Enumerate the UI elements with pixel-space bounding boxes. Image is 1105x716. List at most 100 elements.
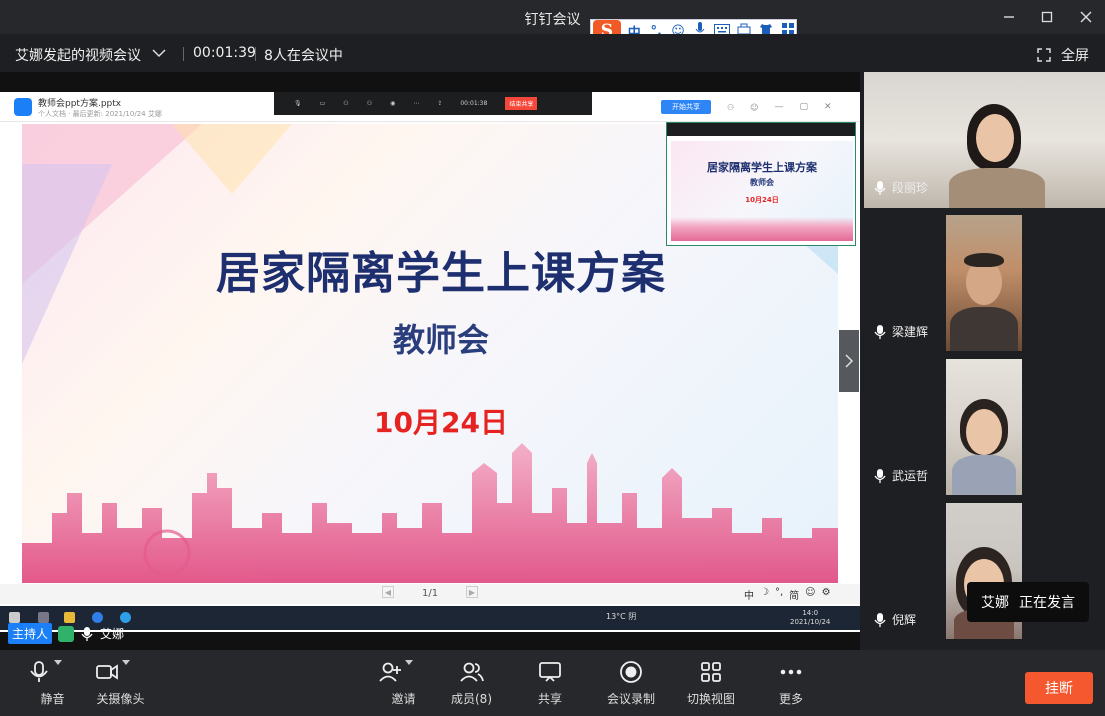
divider [255, 47, 256, 61]
caret-down-icon[interactable] [54, 660, 78, 684]
presenter-name: 艾娜 [100, 627, 125, 641]
dingtalk-icon [120, 612, 131, 623]
slide-subtitle: 教师会 [392, 321, 489, 359]
window-titlebar: 钉钉会议 [0, 0, 1105, 34]
start-icon [9, 612, 20, 623]
share-button[interactable]: 共享 [538, 660, 562, 707]
close-button[interactable] [1075, 6, 1097, 28]
mute-button[interactable]: 静音 [27, 660, 78, 707]
share-label: 共享 [538, 692, 563, 706]
emoji-icon: ☺ [750, 102, 759, 112]
person-hair [964, 253, 1004, 267]
thumbnail-title: 居家隔离学生上课方案 [707, 161, 817, 174]
person-body [952, 455, 1016, 495]
person-face [976, 114, 1014, 162]
maximize-button[interactable] [1036, 6, 1058, 28]
fullscreen-icon [1037, 48, 1051, 62]
shared-screen-stage: 教师会ppt方案.pptx 个人文档 · 最后更新: 2021/10/24 艾娜… [0, 72, 860, 650]
members-button[interactable]: 成员(8) [451, 660, 492, 707]
file-name: 教师会ppt方案.pptx [38, 99, 122, 109]
mic-icon [874, 612, 886, 627]
search-icon [38, 612, 49, 623]
close-icon: ✕ [824, 102, 832, 112]
prev-slide-icon: ◀ [382, 586, 394, 598]
next-page-button[interactable] [839, 330, 859, 392]
file-subtitle: 个人文档 · 最后更新: 2021/10/24 艾娜 [38, 110, 162, 118]
record-icon [620, 661, 642, 683]
caret-down-icon[interactable] [405, 660, 429, 684]
taskbar-time: 14:0 [802, 609, 819, 617]
share-doc-button: 开始共享 [661, 100, 711, 114]
mic-icon [30, 661, 48, 682]
participant-tile[interactable]: 武运哲 [864, 359, 1105, 495]
speaker-status: 正在发言 [1019, 595, 1075, 611]
camera-icon [96, 664, 118, 680]
mini-share-icon: ⇪ [437, 100, 443, 107]
thumbnail-subtitle: 教师会 [750, 178, 774, 187]
mini-more-icon: ⋯ [413, 100, 420, 107]
thumbnail-date: 10月24日 [745, 196, 779, 204]
taskbar-clock: 14:0 2021/10/24 [790, 609, 830, 627]
ime-status-item: ☺ [805, 587, 816, 598]
mini-invite-icon: ⚇ [343, 100, 349, 107]
camera-label: 关摄像头 [96, 692, 145, 706]
remote-taskbar: 13°C 阴 14:0 2021/10/24 [0, 606, 860, 630]
ime-status-item: °, [774, 587, 784, 598]
maximize-icon [1041, 11, 1053, 23]
host-badge: 主持人 [8, 623, 53, 644]
fullscreen-label: 全屏 [1061, 48, 1089, 64]
mini-camera-icon: ▭ [319, 100, 326, 107]
participant-label: 梁建辉 [874, 323, 928, 340]
chevron-down-icon[interactable] [152, 48, 166, 58]
participant-name: 段丽珍 [892, 181, 929, 195]
ime-status-item: 中 [744, 591, 754, 602]
meeting-name[interactable]: 艾娜发起的视频会议 [15, 45, 141, 65]
slide-navigator: ◀ 1/1 ▶ 中 ☽ °, 简 ☺ ⚙ [0, 584, 860, 604]
participant-tile[interactable]: 梁建辉 [864, 215, 1105, 351]
more-button[interactable]: 更多 [779, 660, 803, 707]
speaker-name: 艾娜 [981, 595, 1009, 611]
participant-count: 8人在会议中 [264, 48, 343, 64]
minimize-icon [1004, 16, 1014, 18]
mic-icon [874, 324, 886, 339]
person-face [966, 409, 1002, 455]
mic-icon [81, 626, 93, 641]
participant-video [946, 215, 1022, 351]
mini-timer: 00:01:38 [460, 100, 488, 107]
taskbar-date: 2021/10/24 [790, 618, 831, 626]
more-label: 更多 [779, 692, 804, 706]
shared-screen: 教师会ppt方案.pptx 个人文档 · 最后更新: 2021/10/24 艾娜… [0, 92, 860, 632]
participant-label: 倪辉 [874, 611, 916, 628]
switch-view-label: 切换视图 [687, 692, 736, 706]
hangup-button[interactable]: 挂断 [1025, 672, 1093, 704]
camera-button[interactable]: 关摄像头 [95, 660, 146, 707]
ime-status-item: 简 [789, 591, 800, 602]
presenter-bar: 主持人 艾娜 [8, 623, 124, 644]
more-icon [780, 669, 802, 675]
ime-status-item: ☽ [760, 587, 769, 598]
ppt-actions: 开始共享 ⚇ ☺ — ▢ ✕ [661, 100, 832, 114]
page-indicator: 1/1 [422, 588, 439, 599]
decor-shape [172, 124, 292, 194]
mini-end-share-button: 结束共享 [505, 97, 538, 110]
meeting-duration: 00:01:39 [193, 45, 256, 61]
members-icon [459, 662, 484, 682]
add-user-icon [379, 662, 401, 682]
mini-meeting-toolbar: 🎙 ▭ ⚇ ⚇ ◉ ⋯ ⇪ 00:01:38 结束共享 [274, 92, 592, 115]
fullscreen-button[interactable]: 全屏 [1037, 45, 1089, 65]
minimize-button[interactable] [998, 6, 1020, 28]
switch-view-button[interactable]: 切换视图 [687, 660, 735, 707]
screen-share-icon [539, 662, 561, 682]
dingtalk-doc-icon [14, 98, 32, 116]
participant-tile[interactable]: 段丽珍 [864, 72, 1105, 208]
record-button[interactable]: 会议录制 [607, 660, 655, 707]
invite-label: 邀请 [391, 692, 416, 706]
mini-members-icon: ⚇ [366, 100, 373, 107]
participant-label: 武运哲 [874, 467, 928, 484]
invite-button[interactable]: 邀请 [378, 660, 429, 707]
mute-label: 静音 [40, 692, 65, 706]
mic-icon [874, 180, 886, 195]
meeting-info-bar: 艾娜发起的视频会议 00:01:39 8人在会议中 全屏 [0, 34, 1105, 72]
presenter-status-icon [58, 625, 75, 642]
caret-down-icon[interactable] [122, 660, 146, 684]
